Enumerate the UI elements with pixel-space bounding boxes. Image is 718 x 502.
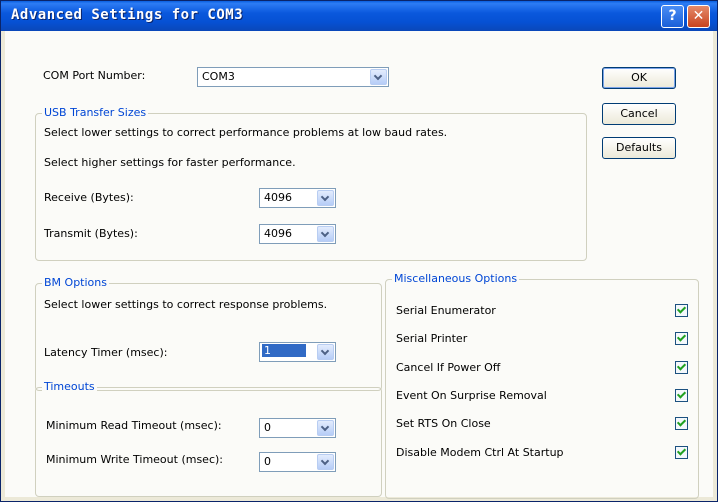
window-title: Advanced Settings for COM3 xyxy=(11,7,244,23)
write-timeout-value: 0 xyxy=(264,455,271,468)
cancel-button[interactable]: Cancel xyxy=(602,103,676,125)
bm-note: Select lower settings to correct respons… xyxy=(44,298,328,311)
usb-note-low: Select lower settings to correct perform… xyxy=(44,126,448,139)
transmit-label: Transmit (Bytes): xyxy=(44,227,138,240)
defaults-button[interactable]: Defaults xyxy=(602,137,676,159)
timeouts-group: Timeouts Minimum Read Timeout (msec): 0 … xyxy=(35,380,382,497)
chevron-down-icon[interactable] xyxy=(317,344,334,360)
timeouts-group-title: Timeouts xyxy=(42,380,97,393)
disable-modem-ctrl-checkbox[interactable] xyxy=(675,446,688,459)
serial-enumerator-checkbox[interactable] xyxy=(675,304,688,317)
misc-option-label: Event On Surprise Removal xyxy=(396,389,547,402)
receive-select[interactable]: 4096 xyxy=(259,188,336,208)
write-timeout-select[interactable]: 0 xyxy=(259,452,336,472)
chevron-down-icon[interactable] xyxy=(317,226,334,242)
bm-group-title: BM Options xyxy=(42,276,109,289)
advanced-settings-dialog: Advanced Settings for COM3 ? ✕ COM Port … xyxy=(0,0,718,502)
latency-timer-select[interactable]: 1 xyxy=(259,342,336,362)
bm-options-group: BM Options Select lower settings to corr… xyxy=(35,276,382,391)
ok-button[interactable]: OK xyxy=(602,67,676,89)
read-timeout-select[interactable]: 0 xyxy=(259,418,336,438)
read-timeout-value: 0 xyxy=(264,421,271,434)
misc-option-label: Set RTS On Close xyxy=(396,417,491,430)
chevron-down-icon[interactable] xyxy=(317,420,334,436)
com-port-label: COM Port Number: xyxy=(43,69,146,82)
usb-transfer-sizes-group: USB Transfer Sizes Select lower settings… xyxy=(35,106,587,261)
chevron-down-icon[interactable] xyxy=(317,190,334,206)
close-button[interactable]: ✕ xyxy=(687,5,710,28)
close-icon: ✕ xyxy=(692,8,705,24)
dialog-body: COM Port Number: COM3 OK Cancel Defaults… xyxy=(5,31,713,499)
title-bar[interactable]: Advanced Settings for COM3 ? ✕ xyxy=(1,1,717,31)
serial-printer-checkbox[interactable] xyxy=(675,332,688,345)
com-port-select[interactable]: COM3 xyxy=(197,67,389,87)
usb-note-high: Select higher settings for faster perfor… xyxy=(44,156,296,169)
transmit-select[interactable]: 4096 xyxy=(259,224,336,244)
misc-option-label: Serial Enumerator xyxy=(396,304,496,317)
latency-timer-label: Latency Timer (msec): xyxy=(44,346,168,359)
chevron-down-icon[interactable] xyxy=(317,454,334,470)
set-rts-on-close-checkbox[interactable] xyxy=(675,417,688,430)
misc-option-label: Cancel If Power Off xyxy=(396,361,501,374)
latency-timer-value: 1 xyxy=(262,344,306,357)
receive-label: Receive (Bytes): xyxy=(44,191,134,204)
cancel-if-power-off-checkbox[interactable] xyxy=(675,361,688,374)
misc-option-label: Serial Printer xyxy=(396,332,468,345)
com-port-value: COM3 xyxy=(202,70,235,83)
read-timeout-label: Minimum Read Timeout (msec): xyxy=(46,419,222,432)
usb-group-title: USB Transfer Sizes xyxy=(42,106,149,119)
help-button[interactable]: ? xyxy=(661,5,684,28)
event-on-surprise-removal-checkbox[interactable] xyxy=(675,389,688,402)
help-icon: ? xyxy=(668,8,677,24)
misc-option-label: Disable Modem Ctrl At Startup xyxy=(396,446,564,459)
chevron-down-icon[interactable] xyxy=(370,69,387,85)
transmit-value: 4096 xyxy=(264,227,292,240)
receive-value: 4096 xyxy=(264,191,292,204)
misc-group-title: Miscellaneous Options xyxy=(392,272,520,285)
write-timeout-label: Minimum Write Timeout (msec): xyxy=(46,453,223,466)
